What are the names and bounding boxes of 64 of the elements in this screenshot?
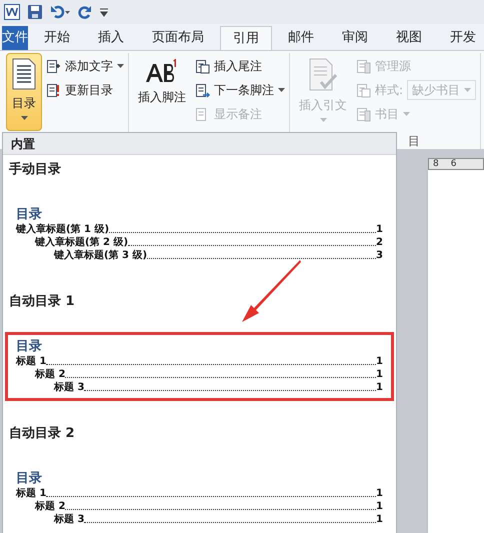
document-plus-icon (46, 58, 61, 74)
menu-section-header: 内置 (11, 136, 35, 152)
document-alert-icon (46, 82, 61, 98)
ribbon-small-button[interactable]: 更新目录 (46, 79, 124, 101)
caret-icon (117, 64, 124, 68)
ruler: 8 6 (428, 158, 484, 170)
toc-gallery-item[interactable]: 自动目录 2 目录 标题 1 1 标题 2 1 标题 3 1 (3, 419, 396, 533)
toc-entry-text: 键入章标题(第 2 级) (35, 237, 128, 249)
ribbon-tab[interactable]: 开发 (438, 26, 484, 50)
toc-preview-heading: 目录 (16, 339, 43, 355)
toc-gallery-item[interactable]: 自动目录 1 目录 标题 1 1 标题 2 1 标题 3 1 (3, 287, 396, 419)
document-stack-icon (356, 82, 371, 98)
ribbon-tab[interactable]: 插入 (86, 26, 136, 50)
toc-entry-text: 标题 1 (16, 356, 46, 368)
toc-entry-text: 标题 3 (54, 514, 84, 526)
document-stack-icon (195, 58, 210, 74)
caret-icon (403, 112, 410, 116)
caret-icon (464, 88, 472, 92)
ribbon-big-button[interactable]: 目录 (6, 53, 42, 131)
ribbon-tab[interactable]: 视图 (384, 26, 434, 50)
page-number: 1 (376, 488, 383, 500)
page-number: 1 (376, 356, 383, 368)
caret-icon (278, 88, 285, 92)
ribbon-tab[interactable]: 页面布局 (140, 26, 216, 50)
page-number: 3 (376, 250, 383, 262)
ribbon-small-button[interactable]: 添加文字 (46, 55, 124, 77)
gallery-item-title: 自动目录 1 (8, 293, 76, 310)
gallery-item-title: 自动目录 2 (8, 425, 76, 442)
page-number: 1 (376, 514, 383, 526)
caret-icon (320, 118, 326, 122)
group-label: 目 (408, 134, 420, 148)
toc-entry-text: 键入章标题(第 1 级) (16, 224, 110, 236)
superscript-icon (145, 58, 179, 84)
page-number: 1 (376, 501, 383, 513)
ribbon-big-button[interactable]: 插入脚注 (133, 53, 191, 131)
customize-toolbar-icon[interactable] (100, 6, 108, 18)
document-list-icon (11, 58, 37, 90)
ribbon-small-button[interactable]: 插入尾注 (195, 55, 285, 77)
page-number: 1 (376, 369, 383, 381)
ribbon-tab[interactable]: 引用 (220, 26, 272, 50)
caret-icon (20, 116, 28, 120)
toc-preview-heading: 目录 (16, 207, 43, 223)
ribbon-tab[interactable]: 文件 (2, 26, 28, 50)
gallery-item-title: 手动目录 (8, 160, 62, 178)
pointer-arrow (240, 258, 302, 324)
toc-entry-text: 标题 3 (54, 382, 84, 394)
word-logo-icon[interactable] (4, 4, 20, 20)
page-number: 1 (376, 382, 383, 394)
ribbon-tab[interactable]: 审阅 (330, 26, 380, 50)
save-icon[interactable] (28, 5, 42, 19)
toc-entry-text: 标题 2 (35, 501, 66, 513)
toc-entry-text: 标题 2 (35, 369, 66, 381)
page-number: 2 (376, 237, 383, 249)
page-number: 1 (376, 224, 383, 236)
ribbon-tab[interactable]: 邮件 (276, 26, 326, 50)
toc-preview-heading: 目录 (16, 471, 43, 487)
toc-entry-text: 键入章标题(第 3 级) (54, 250, 148, 262)
toc-gallery-item[interactable]: 手动目录 目录 键入章标题(第 1 级) 1 键入章标题(第 2 级) 2 键入章标题(第 3 级) 3 (3, 155, 396, 287)
toc-entry-text: 标题 1 (16, 488, 46, 500)
ribbon-tab[interactable]: 开始 (32, 26, 82, 50)
document-check-icon (307, 58, 339, 92)
redo-icon[interactable] (78, 5, 92, 19)
ribbon-small-button[interactable]: 下一条脚注 (195, 79, 285, 101)
undo-icon[interactable] (50, 5, 70, 19)
